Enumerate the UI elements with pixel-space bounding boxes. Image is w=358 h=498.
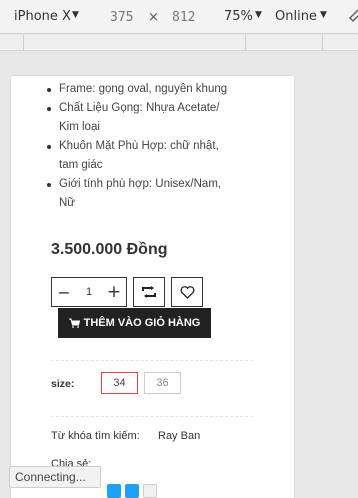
zoom-dropdown-caret-icon[interactable]: ▼	[255, 10, 262, 20]
more-share-icon[interactable]	[143, 484, 157, 498]
size-option-36[interactable]: 36	[144, 372, 181, 394]
spec-item-continued: tam giác	[59, 159, 103, 171]
device-toolbar: iPhone X ▼ 375 × 812 75% ▼ Online ▼	[0, 0, 358, 34]
compare-icon	[142, 286, 156, 298]
spec-item-continued: Kim loại	[59, 121, 100, 133]
spec-item-continued: Nữ	[59, 197, 76, 209]
keyword-label: Từ khóa tìm kiếm:	[51, 430, 140, 442]
decrease-quantity-button[interactable]: −	[52, 283, 76, 302]
facebook-share-icon[interactable]	[107, 484, 121, 498]
quantity-stepper: − 1 +	[51, 277, 127, 307]
rotate-icon[interactable]	[347, 7, 358, 23]
bullet-icon	[47, 183, 51, 187]
spec-item: Giới tính phù hợp: Unisex/Nam,	[47, 175, 279, 194]
spec-item: Frame: gọng oval, nguyên khung	[47, 80, 279, 99]
product-spec-list: Frame: gọng oval, nguyên khung Chất Liệu…	[47, 80, 279, 213]
viewport-height-input[interactable]: 812	[172, 10, 195, 25]
compare-button[interactable]	[133, 277, 165, 307]
heart-icon	[180, 285, 194, 299]
size-option-34[interactable]: 34	[101, 372, 138, 394]
device-select[interactable]: iPhone X	[14, 9, 71, 24]
viewport-width-input[interactable]: 375	[110, 10, 133, 25]
spec-item: Chất Liệu Gọng: Nhựa Acetate/	[47, 99, 279, 118]
bullet-icon	[47, 88, 51, 92]
network-dropdown-caret-icon[interactable]: ▼	[320, 10, 327, 20]
product-price: 3.500.000 Đồng	[51, 241, 168, 258]
zoom-select[interactable]: 75%	[224, 9, 253, 24]
share-buttons	[107, 484, 157, 498]
network-throttle-select[interactable]: Online	[275, 9, 317, 24]
size-label: size:	[51, 378, 75, 390]
keyword-tag-link[interactable]: Ray Ban	[158, 430, 200, 442]
connection-status-toast: Connecting...	[9, 466, 101, 488]
dimension-separator: ×	[148, 10, 159, 25]
device-dropdown-caret-icon[interactable]: ▼	[72, 10, 79, 20]
increase-quantity-button[interactable]: +	[102, 282, 126, 302]
wishlist-button[interactable]	[171, 277, 203, 307]
bullet-icon	[47, 107, 51, 111]
divider	[51, 416, 253, 417]
add-to-cart-label: THÊM VÀO GIỎ HÀNG	[83, 317, 201, 329]
twitter-share-icon[interactable]	[125, 484, 139, 498]
spec-item: Khuôn Mặt Phù Hợp: chữ nhật,	[47, 137, 279, 156]
divider	[51, 360, 253, 361]
media-query-ruler[interactable]	[0, 35, 358, 51]
bullet-icon	[47, 145, 51, 149]
quantity-input[interactable]: 1	[76, 286, 102, 298]
add-to-cart-button[interactable]: THÊM VÀO GIỎ HÀNG	[58, 308, 211, 338]
cart-icon	[68, 318, 80, 328]
